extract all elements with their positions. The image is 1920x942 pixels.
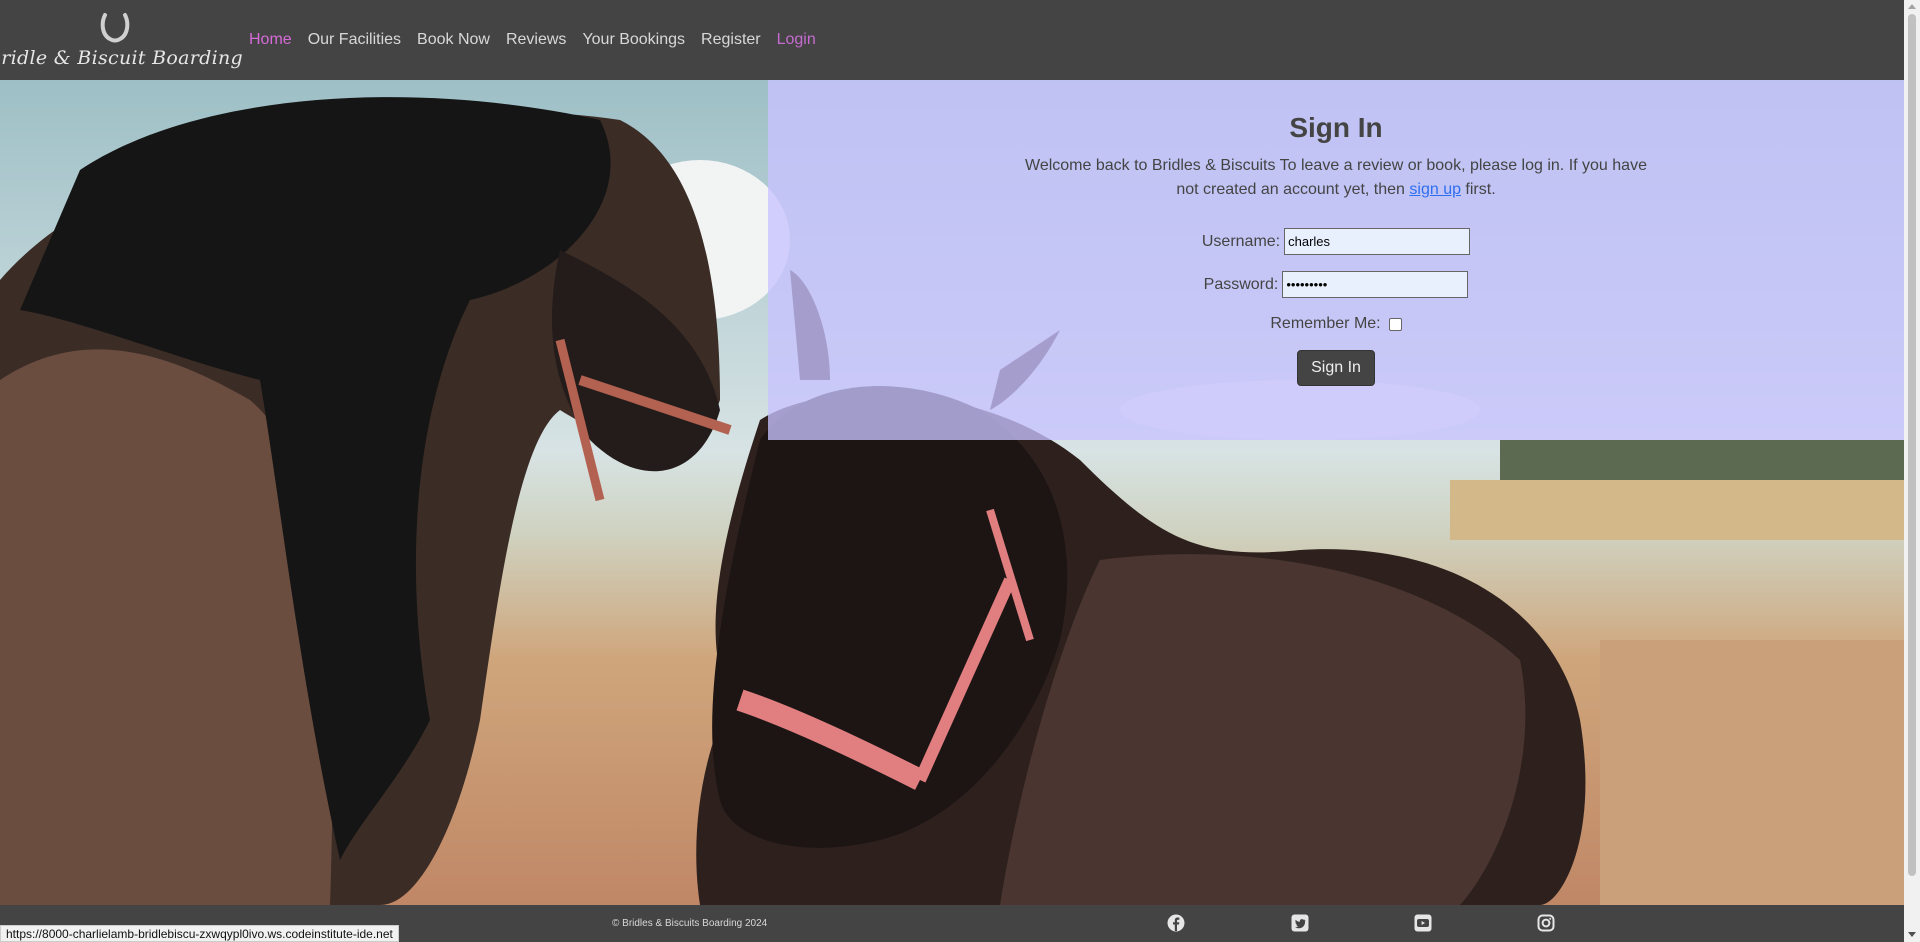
nav-our-facilities[interactable]: Our Facilities bbox=[300, 31, 409, 49]
twitter-icon[interactable] bbox=[1291, 914, 1309, 932]
welcome-prefix: Welcome back to Bridles & Biscuits To le… bbox=[1025, 157, 1647, 198]
password-label: Password: bbox=[1203, 275, 1279, 293]
scroll-down-arrow-icon[interactable] bbox=[1908, 932, 1916, 937]
sign-in-title: Sign In bbox=[1289, 112, 1383, 143]
facebook-icon[interactable] bbox=[1167, 914, 1185, 932]
sign-in-panel: Sign In Welcome back to Bridles & Biscui… bbox=[768, 80, 1904, 440]
username-row: Username: bbox=[768, 228, 1904, 255]
remember-row: Remember Me: bbox=[768, 315, 1904, 333]
nav-links: Home Our Facilities Book Now Reviews You… bbox=[241, 31, 824, 49]
username-label: Username: bbox=[1201, 232, 1281, 250]
password-input[interactable] bbox=[1282, 271, 1469, 298]
nav-your-bookings[interactable]: Your Bookings bbox=[574, 31, 693, 49]
nav-register[interactable]: Register bbox=[693, 31, 769, 49]
welcome-suffix: first. bbox=[1460, 181, 1496, 198]
instagram-icon[interactable] bbox=[1537, 914, 1555, 932]
welcome-text: Welcome back to Bridles & Biscuits To le… bbox=[1021, 154, 1651, 202]
youtube-icon[interactable] bbox=[1414, 914, 1432, 932]
password-row: Password: bbox=[768, 271, 1904, 298]
status-bar-url: https://8000-charlielamb-bridlebiscu-zxw… bbox=[0, 925, 399, 942]
scroll-up-arrow-icon[interactable] bbox=[1908, 4, 1916, 9]
remember-me-label: Remember Me: bbox=[1270, 315, 1381, 332]
nav-login[interactable]: Login bbox=[769, 31, 824, 49]
navbar: Bridle & Biscuit Boarding Home Our Facil… bbox=[0, 0, 1904, 80]
scroll-thumb[interactable] bbox=[1908, 14, 1916, 876]
copyright-text: © Bridles & Biscuits Boarding 2024 bbox=[612, 918, 768, 929]
brand-name: Bridle & Biscuit Boarding bbox=[0, 47, 243, 69]
horseshoe-icon bbox=[100, 13, 130, 43]
username-input[interactable] bbox=[1284, 228, 1471, 255]
nav-reviews[interactable]: Reviews bbox=[498, 31, 574, 49]
sign-in-button[interactable]: Sign In bbox=[1297, 350, 1375, 386]
brand-logo[interactable]: Bridle & Biscuit Boarding bbox=[0, 11, 243, 69]
remember-me-checkbox[interactable] bbox=[1388, 317, 1402, 331]
nav-home[interactable]: Home bbox=[241, 31, 300, 49]
button-row: Sign In bbox=[768, 350, 1904, 386]
nav-book-now[interactable]: Book Now bbox=[409, 31, 498, 49]
vertical-scrollbar[interactable] bbox=[1904, 0, 1920, 942]
sign-up-link[interactable]: sign up bbox=[1409, 181, 1461, 198]
